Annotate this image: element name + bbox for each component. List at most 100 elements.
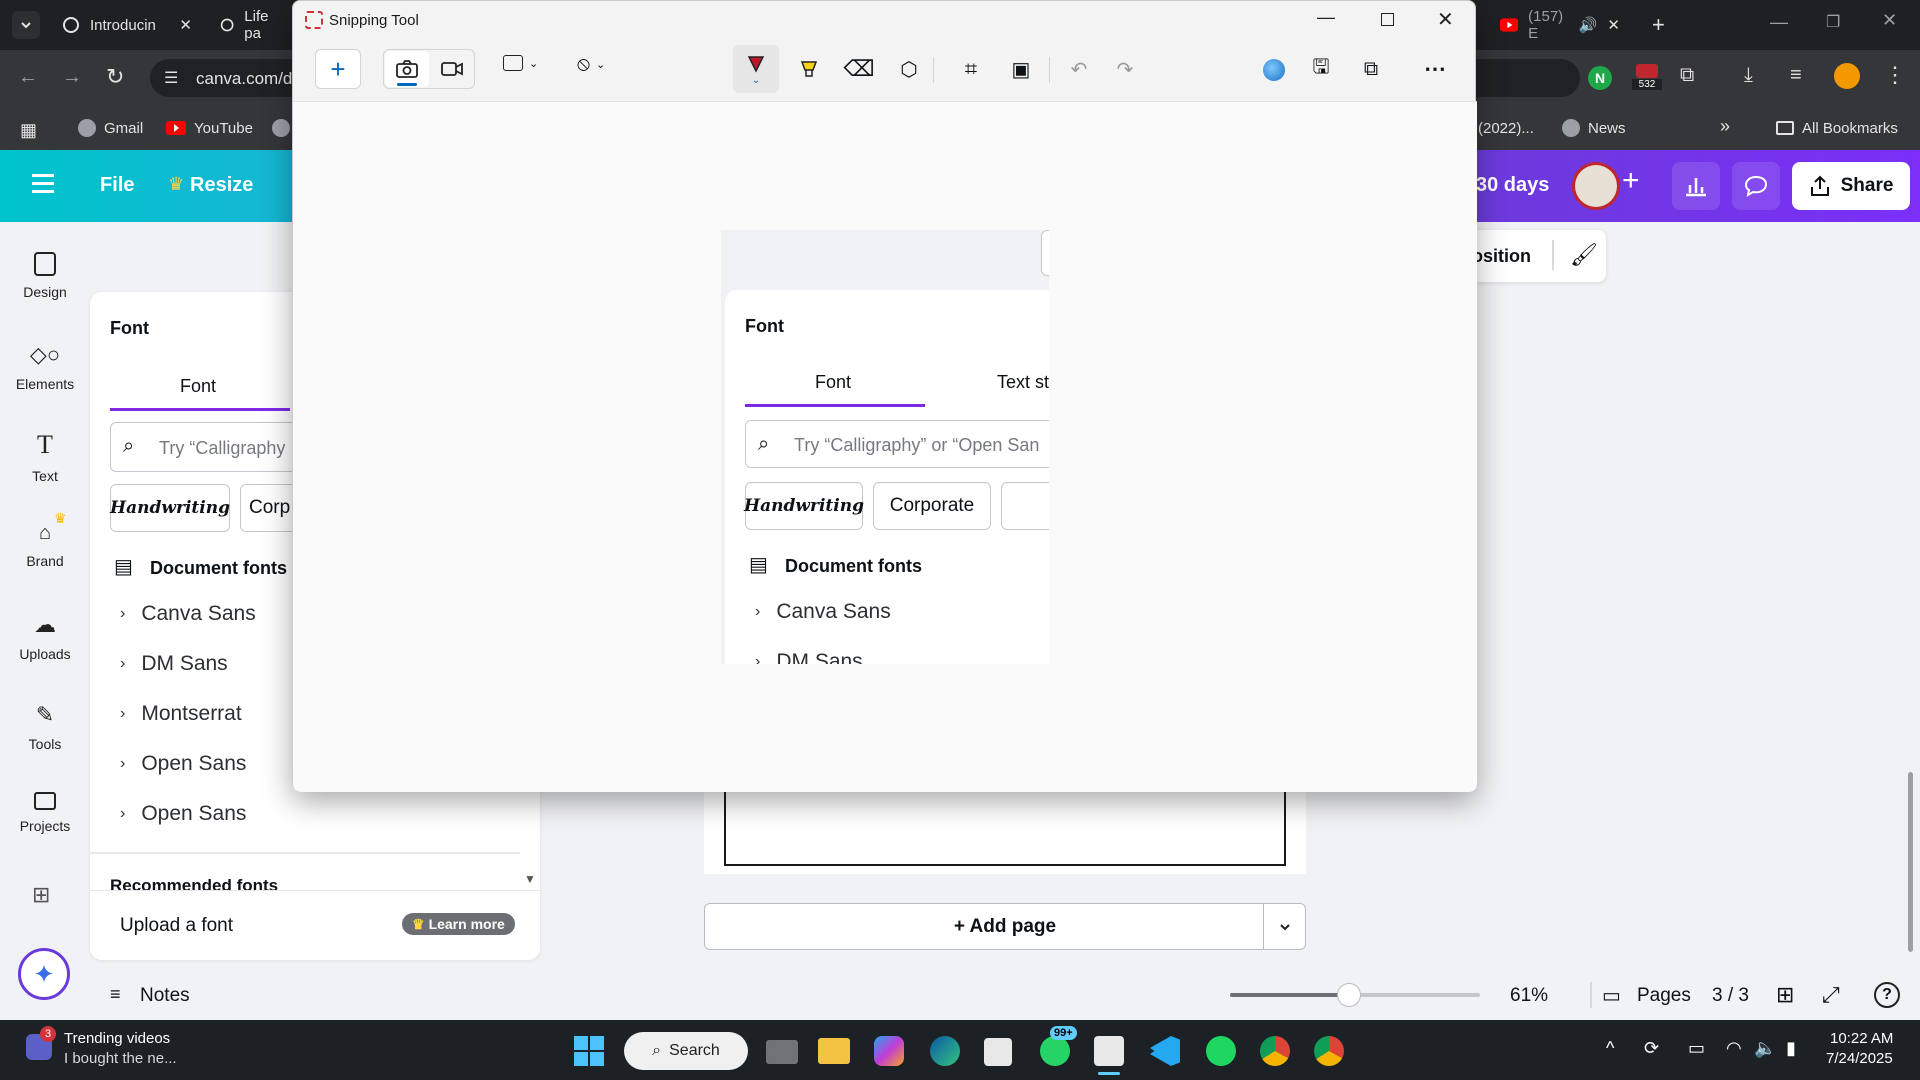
chevron-up-icon[interactable]: ^ — [1606, 1038, 1614, 1059]
minimize-button[interactable]: — — [1317, 7, 1335, 28]
tab-font[interactable]: Font — [180, 376, 216, 397]
more-bookmarks-icon[interactable]: » — [1720, 116, 1730, 137]
delay-dropdown[interactable]: ⦸ ⌄ — [577, 53, 605, 76]
share-button[interactable]: Share — [1792, 162, 1910, 210]
resize-button[interactable]: Resize — [190, 174, 253, 197]
whatsapp-icon[interactable]: 99+ — [1040, 1026, 1077, 1066]
battery-icon[interactable]: ▮ — [1786, 1038, 1796, 1059]
profile-avatar[interactable] — [1834, 63, 1860, 89]
visual-search-icon[interactable] — [1263, 59, 1285, 81]
extension-n-icon[interactable]: N — [1588, 66, 1612, 90]
media-icon[interactable]: ≡ — [1790, 64, 1802, 87]
bookmark-item[interactable] — [272, 116, 290, 140]
extension-icon[interactable]: 532 — [1632, 64, 1662, 92]
eraser-button[interactable]: ⌫ — [841, 51, 877, 87]
apps-icon[interactable]: ⊞ — [32, 882, 50, 908]
widget-subtitle[interactable]: I bought the ne... — [64, 1050, 177, 1067]
upload-font-link[interactable]: Upload a font — [120, 915, 233, 937]
add-collaborator-icon[interactable]: + — [1622, 164, 1640, 198]
zoom-slider[interactable] — [1230, 983, 1480, 1007]
pages-icon[interactable]: ▭ — [1602, 983, 1621, 1008]
widget-title[interactable]: Trending videos — [64, 1030, 170, 1047]
zoom-level[interactable]: 61% — [1510, 985, 1548, 1007]
chrome-profile-icon[interactable] — [1314, 1036, 1344, 1066]
browser-tab[interactable]: Life pa — [210, 8, 290, 42]
browser-tab[interactable]: (157) E 🔊 ✕ — [1490, 8, 1630, 42]
close-icon[interactable]: ✕ — [1607, 16, 1620, 34]
rail-item-design[interactable]: Design — [0, 252, 90, 300]
font-item[interactable]: › Canva Sans — [120, 602, 256, 626]
shapes-button[interactable]: ⬡ — [891, 51, 927, 87]
maximize-button[interactable] — [1381, 13, 1394, 26]
magic-sparkle-icon[interactable]: ✦ — [18, 948, 70, 1000]
paint-format-icon[interactable]: 🖌 — [1570, 242, 1598, 268]
store-icon[interactable] — [984, 1038, 1012, 1066]
close-window-button[interactable]: ✕ — [1882, 10, 1897, 31]
highlighter-button[interactable] — [791, 51, 827, 87]
back-arrow-icon[interactable]: ← — [18, 66, 38, 89]
new-tab-button[interactable]: + — [1652, 12, 1665, 38]
notes-button[interactable]: Notes — [140, 985, 190, 1007]
copilot-icon[interactable] — [874, 1036, 904, 1066]
font-item[interactable]: › Open Sans — [120, 802, 246, 826]
zoom-slider-handle[interactable] — [1337, 983, 1361, 1007]
trial-label[interactable]: 30 days — [1476, 174, 1549, 197]
bookmark-item[interactable]: (2022)... — [1478, 116, 1534, 140]
all-bookmarks[interactable]: All Bookmarks — [1776, 116, 1898, 140]
sync-icon[interactable]: ⟳ — [1644, 1038, 1659, 1059]
wifi-icon[interactable]: ◠ — [1726, 1038, 1742, 1059]
close-icon[interactable]: ✕ — [179, 16, 192, 34]
bookmark-youtube[interactable]: YouTube — [166, 116, 253, 140]
download-icon[interactable]: ⤓ — [1744, 64, 1753, 87]
grid-view-icon[interactable]: ⊞ — [1776, 982, 1794, 1008]
apps-grid-icon[interactable]: ▦ — [20, 120, 37, 141]
vscode-icon[interactable] — [1150, 1036, 1180, 1066]
minimize-button[interactable]: — — [1770, 12, 1788, 33]
reload-icon[interactable]: ↻ — [106, 64, 124, 90]
menu-dots-icon[interactable]: ⋮ — [1884, 62, 1906, 88]
network-icon[interactable]: ▭ — [1688, 1038, 1705, 1059]
comments-button[interactable] — [1732, 162, 1780, 210]
browser-tab[interactable]: Introducin ✕ — [52, 8, 202, 42]
font-item[interactable]: › Open Sans — [120, 752, 246, 776]
redo-button[interactable]: ↷ — [1107, 51, 1143, 87]
chrome-icon[interactable] — [1260, 1036, 1290, 1066]
add-page-button[interactable]: + Add page — [704, 903, 1306, 950]
ballpoint-pen-button[interactable]: ⌄ — [733, 45, 779, 93]
crop-button[interactable]: ⌗ — [953, 51, 989, 87]
position-button[interactable]: osition — [1472, 246, 1531, 267]
puzzle-icon[interactable]: ⧉ — [1680, 64, 1694, 87]
canvas-scrollbar[interactable] — [1908, 772, 1913, 952]
font-item[interactable]: › Montserrat — [120, 702, 242, 726]
hamburger-menu-icon[interactable] — [32, 174, 54, 193]
bookmark-gmail[interactable]: Gmail — [78, 116, 143, 140]
rail-item-brand[interactable]: ⌂ Brand — [0, 522, 90, 569]
site-info-icon[interactable]: ☰ — [164, 68, 178, 88]
clock-time[interactable]: 10:22 AM — [1830, 1030, 1893, 1047]
volume-icon[interactable]: 🔈 — [1754, 1038, 1776, 1059]
rail-item-text[interactable]: T Text — [0, 430, 90, 484]
font-item[interactable]: › DM Sans — [120, 652, 228, 676]
bookmark-news[interactable]: News — [1562, 116, 1626, 140]
pages-button[interactable]: Pages — [1637, 985, 1691, 1007]
notes-icon[interactable]: ≡ — [110, 984, 121, 1005]
rail-item-tools[interactable]: ✎ Tools — [0, 702, 90, 752]
rail-item-elements[interactable]: ◇○ Elements — [0, 342, 90, 392]
restore-button[interactable]: ❐ — [1826, 12, 1840, 32]
learn-more-button[interactable]: ♛ Learn more — [402, 913, 515, 935]
spotify-icon[interactable] — [1206, 1036, 1236, 1066]
chip-handwriting[interactable]: Handwriting — [110, 484, 230, 532]
clock-date[interactable]: 7/24/2025 — [1826, 1050, 1893, 1067]
windows-start-icon[interactable] — [574, 1036, 604, 1066]
taskbar-search[interactable]: ⌕ Search — [624, 1032, 748, 1070]
edge-icon[interactable] — [930, 1036, 960, 1066]
add-page-dropdown[interactable] — [1263, 904, 1305, 949]
screenshot-mode-button[interactable] — [385, 51, 429, 87]
video-mode-button[interactable] — [431, 51, 473, 87]
snip-canvas[interactable]: Font Font Text st ⌕ Try “Calligraphy” or… — [293, 101, 1477, 792]
help-icon[interactable]: ? — [1874, 982, 1900, 1008]
save-button[interactable]: 🖫 — [1303, 51, 1339, 87]
news-widget-icon[interactable]: 3 — [26, 1026, 56, 1060]
undo-button[interactable]: ↶ — [1061, 51, 1097, 87]
task-view-icon[interactable] — [766, 1040, 798, 1064]
